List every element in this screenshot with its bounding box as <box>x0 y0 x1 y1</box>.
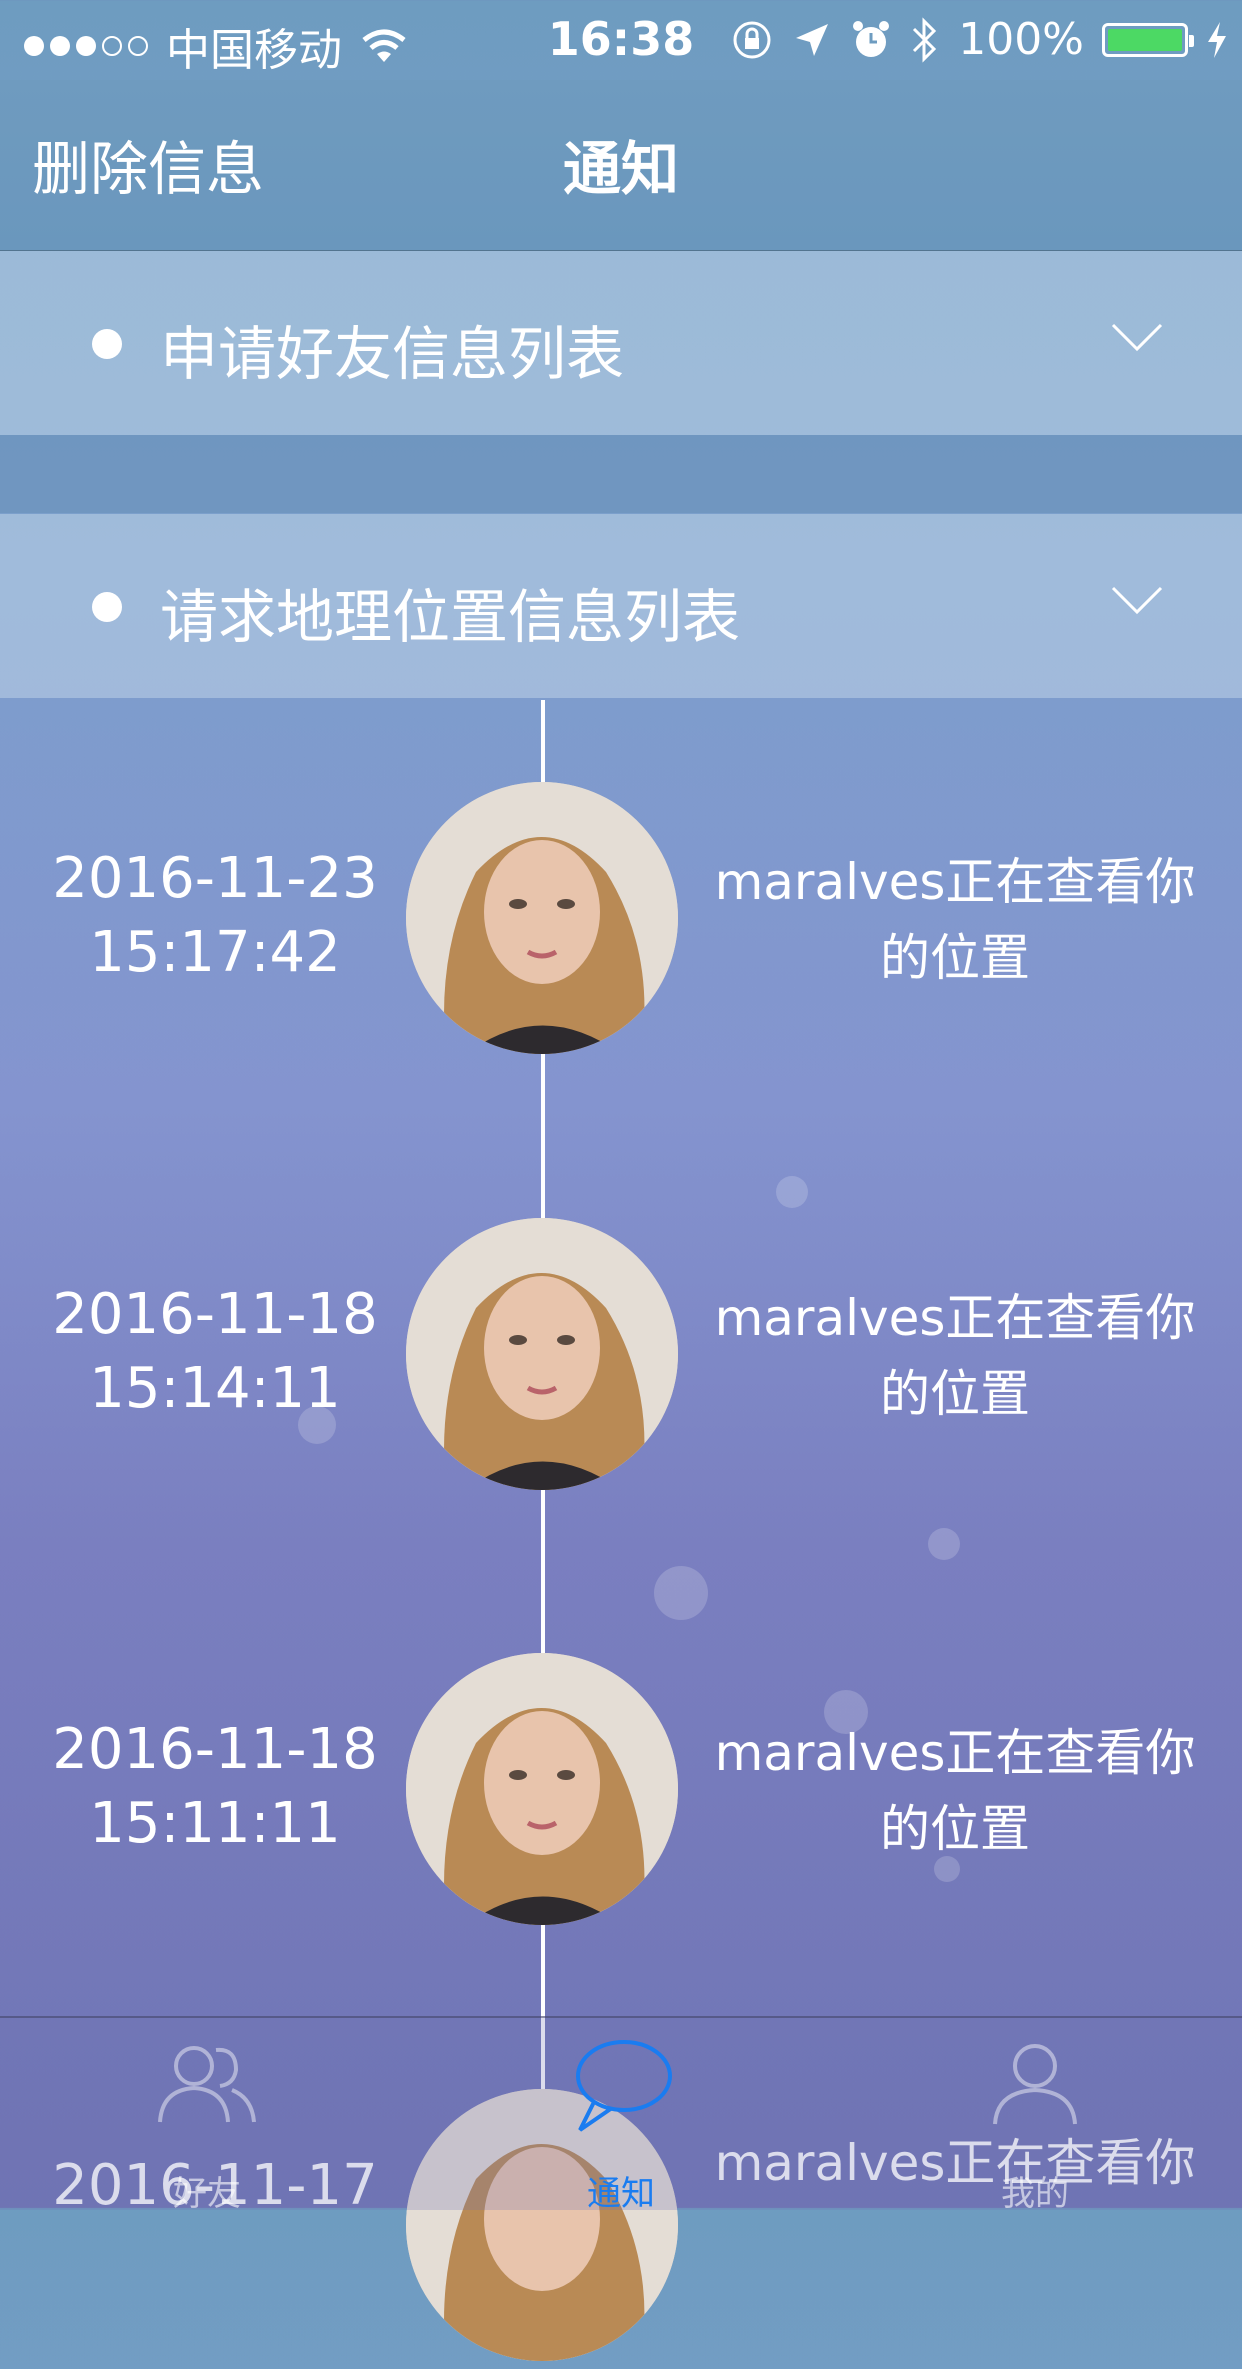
status-bar: 中国移动 16:38 100% <box>0 0 1242 80</box>
timestamp-date: 2016-11-18 <box>52 1717 378 1782</box>
timestamp-time: 15:14:11 <box>89 1356 341 1421</box>
notification-message: maralves正在查看你 的位置 <box>700 1715 1210 1867</box>
timeline-entry: 2016-11-23 15:17:42 maralves正在查看你 的位置 <box>0 782 1242 1062</box>
orientation-lock-icon <box>733 21 771 58</box>
timestamp-date: 2016-11-18 <box>52 1282 378 1347</box>
battery-percent: 100% <box>958 14 1084 65</box>
section-label: 申请好友信息列表 <box>160 320 625 388</box>
status-right: 100% <box>730 14 1228 65</box>
avatar[interactable] <box>406 1653 678 1925</box>
timestamp: 2016-11-18 15:14:11 <box>20 1278 410 1426</box>
message-line: maralves正在查看你 <box>714 853 1196 911</box>
chevron-down-icon[interactable] <box>1110 584 1164 616</box>
avatar[interactable] <box>406 1218 678 1490</box>
section-label: 请求地理位置信息列表 <box>160 583 741 651</box>
timeline-entry: 2016-11-18 15:14:11 maralves正在查看你 的位置 <box>0 1218 1242 1498</box>
timestamp: 2016-11-23 15:17:42 <box>20 842 410 990</box>
location-arrow-icon <box>796 23 829 56</box>
timestamp-time: 15:17:42 <box>89 920 341 985</box>
notification-message: maralves正在查看你 的位置 <box>700 844 1210 996</box>
tab-friends[interactable]: 好友 <box>0 2018 414 2214</box>
avatar[interactable] <box>406 782 678 1054</box>
tab-notifications[interactable]: 通知 <box>414 2018 828 2214</box>
section-friend-requests[interactable]: 申请好友信息列表 <box>0 251 1242 435</box>
page-title: 通知 <box>562 135 679 203</box>
notification-message: maralves正在查看你 的位置 <box>700 1280 1210 1432</box>
background-bokeh <box>928 1528 960 1560</box>
tab-profile[interactable]: 我的 <box>828 2018 1242 2214</box>
alarm-icon <box>853 20 890 57</box>
section-divider <box>0 435 1242 513</box>
battery-fill <box>1108 28 1182 51</box>
timestamp-date: 2016-11-23 <box>52 846 378 911</box>
message-line: 的位置 <box>880 929 1030 987</box>
timestamp-time: 15:11:11 <box>89 1791 341 1856</box>
message-line: 的位置 <box>880 1365 1030 1423</box>
timeline-entry: 2016-11-18 15:11:11 maralves正在查看你 的位置 <box>0 1653 1242 1933</box>
background-bokeh <box>776 1176 808 1208</box>
message-line: 的位置 <box>880 1800 1030 1858</box>
navigation-bar: 删除信息 通知 <box>0 80 1242 251</box>
charging-bolt-icon <box>1208 21 1226 58</box>
timestamp: 2016-11-18 15:11:11 <box>20 1713 410 1861</box>
battery-icon <box>1102 22 1194 57</box>
bullet-icon <box>92 329 122 359</box>
section-location-requests[interactable]: 请求地理位置信息列表 <box>0 514 1242 698</box>
bullet-icon <box>92 592 122 622</box>
profile-icon <box>993 2044 1077 2125</box>
chevron-down-icon[interactable] <box>1110 321 1164 353</box>
friends-icon <box>158 2046 256 2123</box>
bluetooth-icon <box>913 16 937 63</box>
message-line: maralves正在查看你 <box>714 1289 1196 1347</box>
background-bokeh <box>654 1566 708 1620</box>
message-line: maralves正在查看你 <box>714 1724 1196 1782</box>
chat-bubble-icon <box>576 2040 672 2132</box>
tab-bar: 好友 通知 我的 <box>0 2016 1242 2214</box>
